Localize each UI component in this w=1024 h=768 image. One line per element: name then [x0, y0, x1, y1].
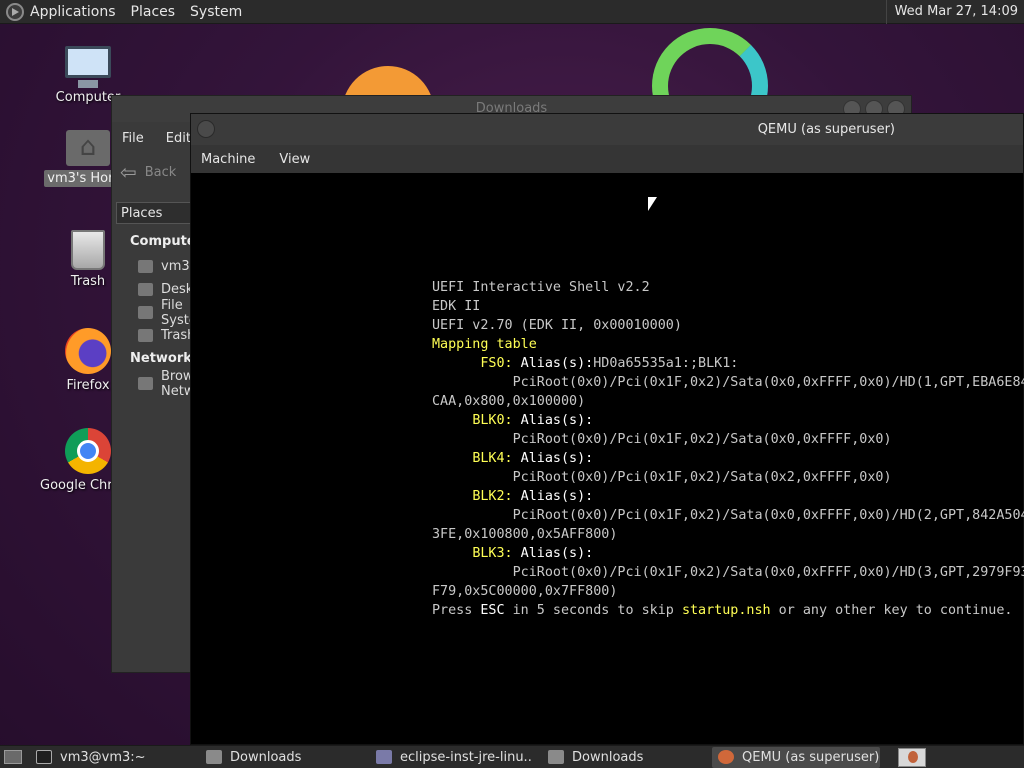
- console-line: BLK0: Alias(s):: [472, 413, 594, 428]
- show-desktop-icon[interactable]: [4, 750, 22, 764]
- desktop-folder-icon: [138, 283, 153, 296]
- trash-icon: [138, 329, 153, 342]
- console-line: F79,0x5C00000,0x7FF800): [432, 584, 618, 599]
- console-line: PciRoot(0x0)/Pci(0x1F,0x2)/Sata(0x0,0xFF…: [512, 375, 1024, 390]
- computer-icon: [65, 46, 111, 88]
- mapping-table-title: Mapping table: [432, 337, 537, 352]
- sidebar-item-browse-network[interactable]: Browse Network: [138, 369, 215, 399]
- folder-icon: [548, 750, 564, 764]
- drive-icon: [138, 306, 153, 319]
- console-line: 3FE,0x100800,0x5AFF800): [432, 527, 618, 542]
- console-line: BLK3: Alias(s):: [472, 546, 594, 561]
- folder-icon: [206, 750, 222, 764]
- console-line: FS0: Alias(s):HD0a65535a1:;BLK1:: [480, 356, 739, 371]
- places-dropdown[interactable]: Places: [116, 202, 192, 224]
- eclipse-installer-icon: [376, 750, 392, 764]
- mate-logo-icon[interactable]: [6, 2, 24, 21]
- taskbar-item-qemu[interactable]: QEMU (as superuser): [712, 746, 880, 768]
- downloads-toolbar: ⇦ Back: [112, 158, 176, 186]
- console-line: UEFI v2.70 (EDK II, 0x00010000): [432, 318, 682, 333]
- bottom-panel: vm3@vm3:~ Downloads eclipse-inst-jre-lin…: [0, 745, 1024, 768]
- chrome-icon: [65, 428, 111, 474]
- back-button[interactable]: ⇦ Back: [120, 160, 176, 184]
- network-icon: [138, 377, 153, 390]
- file-menu[interactable]: File: [122, 131, 144, 146]
- machine-menu[interactable]: Machine: [201, 152, 255, 167]
- console-line: EDK II: [432, 299, 481, 314]
- view-menu[interactable]: View: [279, 152, 310, 167]
- workspace-switcher[interactable]: [898, 747, 926, 767]
- uefi-console[interactable]: UEFI Interactive Shell v2.2 EDK II UEFI v2…: [432, 278, 1024, 620]
- home-folder-icon: [138, 260, 153, 273]
- sidebar-item-home[interactable]: vm3: [138, 255, 192, 278]
- back-arrow-icon: ⇦: [120, 160, 137, 184]
- system-menu[interactable]: System: [190, 4, 242, 20]
- sidebar-item-trash[interactable]: Trash: [138, 324, 195, 347]
- window-title: QEMU (as superuser): [757, 122, 895, 137]
- console-line: PciRoot(0x0)/Pci(0x1F,0x2)/Sata(0x0,0xFF…: [512, 508, 1024, 523]
- console-line: Press ESC in 5 seconds to skip startup.n…: [432, 603, 1013, 618]
- sidebar-item-filesystem[interactable]: File System: [138, 298, 209, 328]
- firefox-icon: [65, 328, 111, 374]
- taskbar-item-eclipse-installer[interactable]: eclipse-inst-jre-linu...: [370, 747, 532, 768]
- taskbar-item-terminal[interactable]: vm3@vm3:~: [30, 747, 190, 768]
- console-line: PciRoot(0x0)/Pci(0x1F,0x2)/Sata(0x2,0xFF…: [512, 470, 892, 485]
- window-menu-icon[interactable]: [197, 120, 215, 138]
- mouse-pointer-icon: [647, 196, 658, 212]
- qemu-icon: [718, 750, 734, 764]
- console-line: PciRoot(0x0)/Pci(0x1F,0x2)/Sata(0x0,0xFF…: [512, 565, 1024, 580]
- desktop-icon-label: Firefox: [66, 378, 110, 393]
- qemu-titlebar[interactable]: QEMU (as superuser): [191, 114, 1023, 145]
- taskbar-item-downloads-1[interactable]: Downloads: [200, 747, 360, 768]
- console-line: BLK2: Alias(s):: [472, 489, 594, 504]
- back-label: Back: [144, 164, 177, 180]
- qemu-menubar: Machine View: [191, 145, 1023, 173]
- places-menu[interactable]: Places: [131, 4, 176, 20]
- desktop-icon-label: Trash: [70, 274, 106, 289]
- console-line: BLK4: Alias(s):: [472, 451, 594, 466]
- home-folder-icon: [66, 130, 110, 166]
- console-line: PciRoot(0x0)/Pci(0x1F,0x2)/Sata(0x0,0xFF…: [512, 432, 892, 447]
- sidebar-group-network: Network: [130, 351, 192, 366]
- places-sidebar: Computer vm3 Desktop File System Trash N…: [112, 230, 215, 399]
- console-line: UEFI Interactive Shell v2.2: [432, 280, 650, 295]
- edit-menu[interactable]: Edit: [166, 131, 191, 146]
- taskbar-item-downloads-2[interactable]: Downloads: [542, 747, 702, 768]
- panel-clock[interactable]: Wed Mar 27, 14:09: [885, 0, 1024, 24]
- top-panel: Applications Places System Wed Mar 27, 1…: [0, 0, 1024, 24]
- applications-menu[interactable]: Applications: [30, 4, 116, 20]
- terminal-icon: [36, 750, 52, 764]
- console-line: CAA,0x800,0x100000): [432, 394, 586, 409]
- trash-icon: [71, 230, 105, 270]
- sidebar-group-computer: Computer: [130, 234, 203, 249]
- qemu-window[interactable]: QEMU (as superuser) Machine View UEFI In…: [190, 113, 1024, 745]
